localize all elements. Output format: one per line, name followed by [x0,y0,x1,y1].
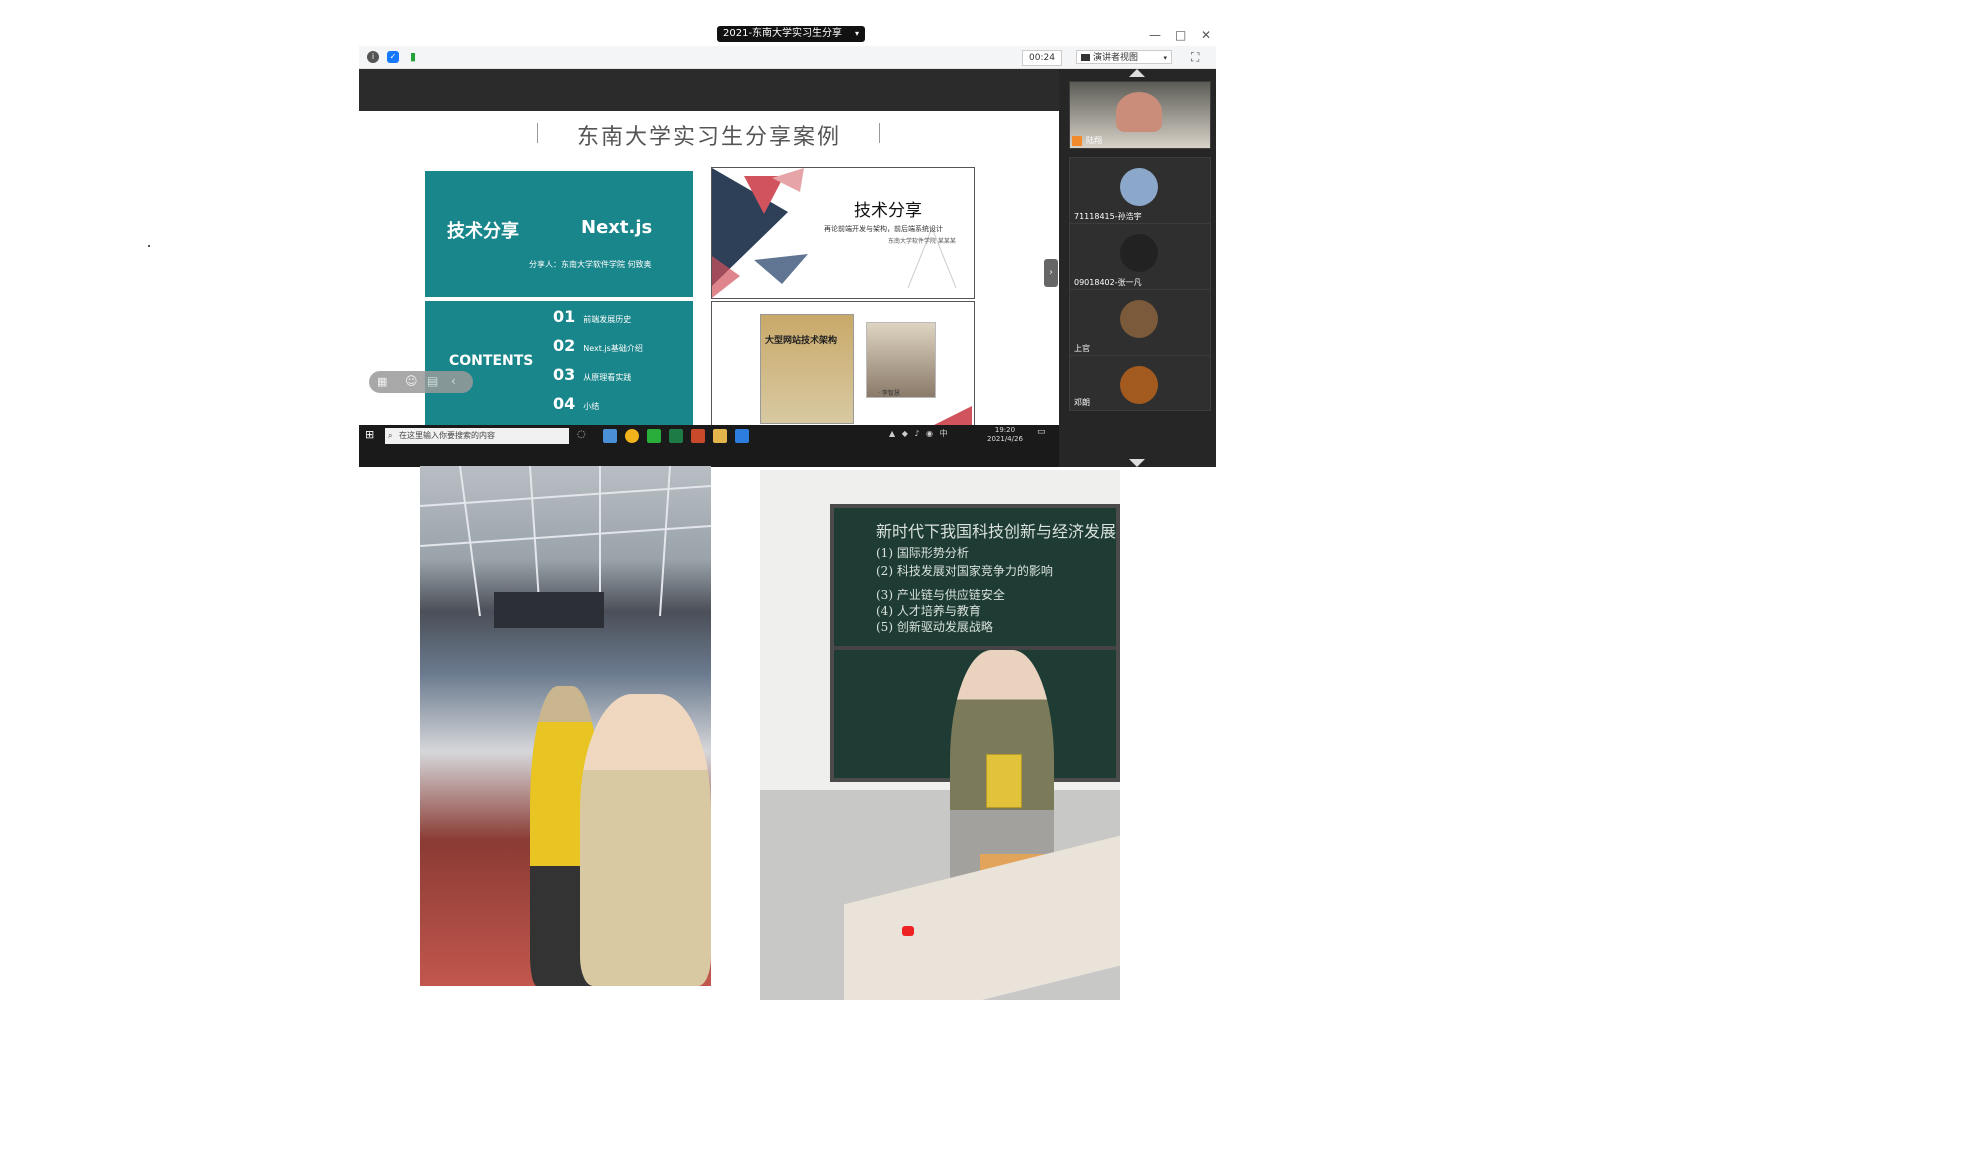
participant-tile[interactable]: 上官 [1069,289,1211,357]
contents-label: CONTENTS [449,353,534,369]
contents-item: 03 从原理看实践 [553,365,632,384]
meeting-window: 2021-东南大学实习生分享 ▾ — □ ✕ i ✓ ▮ 00:24 演讲者视图… [359,26,1216,467]
participant-video [1116,92,1162,132]
participant-name: 陆翔 [1086,136,1102,145]
minimize-icon[interactable]: — [1149,28,1161,42]
thumbnail-book: 大型网站技术架构 · 李智慧 [711,301,975,425]
chevron-left-icon[interactable]: ‹ [451,374,456,388]
blackboard-divider [834,646,1116,650]
cover-subtitle: 再论前端开发与架构，前后端系统设计 [824,225,943,233]
meeting-toolbar: i ✓ ▮ 00:24 演讲者视图 ▾ ⛶ [359,46,1216,69]
presentation-slide: 东南大学实习生分享案例 技术分享 Next.js 分享人：东南大学软件学院 何致… [359,111,1059,425]
next-slide-button[interactable]: › [1044,259,1058,287]
view-mode-label: 演讲者视图 [1093,53,1139,63]
meeting-timer: 00:24 [1022,50,1062,66]
taskbar-search[interactable]: ⌕ 在这里输入你要搜索的内容 [385,428,569,444]
cover-author: 东南大学软件学院 某某某 [888,238,956,245]
thumbnail-tech-share: 技术分享 Next.js 分享人：东南大学软件学院 何致奥 [425,171,693,297]
layout-icon [1081,54,1090,61]
chevron-down-icon: ▾ [1163,54,1167,62]
maximize-icon[interactable]: □ [1175,28,1186,42]
participant-name: 09018402-张一凡 [1074,278,1142,287]
participant-name: 邓朗 [1074,398,1090,407]
book-title: 大型网站技术架构 [765,336,838,346]
slide-tools: ▦ ☺ ▤ ‹ [369,371,473,393]
title-bar: 2021-东南大学实习生分享 ▾ — □ ✕ [359,26,1216,46]
powerpoint-icon[interactable] [691,429,705,443]
participant-avatar [1120,366,1158,404]
tray-icons: ▲ ◆ ♪ ◉ 中 [889,429,950,438]
nextjs-label: Next.js [581,217,653,238]
photo-job-fair [420,466,711,986]
blackboard-line: (5) 创新驱动发展战略 [876,620,993,634]
shared-screen: 东南大学实习生分享案例 技术分享 Next.js 分享人：东南大学软件学院 何致… [359,69,1059,467]
contents-item: 02 Next.js基础介绍 [553,336,643,355]
presenter-text: 分享人：东南大学软件学院 何致奥 [529,260,652,269]
grid-icon[interactable]: ▦ [377,375,387,388]
participant-name: 71118415-孙浩宇 [1074,212,1142,221]
participant-avatar [1120,234,1158,272]
participant-column: 陆翔 71118415-孙浩宇 09018402-张一凡 上官 邓朗 [1059,69,1216,467]
contents-item: 04 小结 [553,394,600,413]
folder-icon[interactable] [713,429,727,443]
participant-avatar [1120,300,1158,338]
held-book [986,754,1022,808]
meeting-title-pill[interactable]: 2021-东南大学实习生分享 ▾ [717,26,865,42]
participant-tile[interactable]: 09018402-张一凡 [1069,223,1211,291]
author-name: · 李智慧 [878,390,900,397]
search-icon: ⌕ [388,431,393,440]
info-icon[interactable]: i [367,51,379,63]
blackboard-line: 新时代下我国科技创新与经济发展 [876,522,1117,541]
view-mode-button[interactable]: 演讲者视图 ▾ [1076,50,1172,64]
person-smiling [580,694,711,986]
close-icon[interactable]: ✕ [1201,28,1211,42]
thumbnail-contents: CONTENTS 01 前端发展历史 02 Next.js基础介绍 03 从原理看实践… [425,301,693,425]
tech-share-title: 技术分享 [447,221,519,242]
meeting-title: 2021-东南大学实习生分享 [723,28,843,39]
red-sticker [902,926,914,936]
corner-decoration [934,406,972,425]
meeting-app-icon[interactable] [735,429,749,443]
windows-taskbar: ⊞ ⌕ 在这里输入你要搜索的内容 ◌ ▲ ◆ ♪ ◉ 中 19:20 2021/… [359,425,1059,467]
windows-start-icon[interactable]: ⊞ [365,428,374,441]
taskbar-time: 19:20 [994,426,1016,434]
shared-screen-header [359,69,1059,111]
emoji-icon[interactable]: ☺ [405,374,418,388]
book-cover: 大型网站技术架构 [760,314,854,424]
task-view-icon[interactable]: ◌ [577,429,591,443]
photo-classroom: 新时代下我国科技创新与经济发展 (1) 国际形势分析 (2) 科技发展对国家竞争… [760,470,1120,1000]
author-portrait [866,322,936,398]
taskbar-search-placeholder: 在这里输入你要搜索的内容 [399,431,495,440]
signal-icon[interactable]: ▮ [407,51,419,63]
scroll-up-icon[interactable] [1129,69,1145,77]
participant-tile[interactable]: 71118415-孙浩宇 [1069,157,1211,225]
keyboard-icon[interactable]: ▤ [427,374,438,388]
notification-icon[interactable]: ▭ [1037,427,1046,437]
thumbnail-cover: 技术分享 再论前端开发与架构，前后端系统设计 东南大学软件学院 某某某 [711,167,975,299]
participant-tile[interactable]: 邓朗 [1069,355,1211,411]
participant-name: 上官 [1074,344,1090,353]
blackboard-line: (3) 产业链与供应链安全 [876,588,1005,602]
blackboard-line: (2) 科技发展对国家竞争力的影响 [876,564,1053,578]
wechat-icon[interactable] [647,429,661,443]
app-icon-1[interactable] [603,429,617,443]
taskbar-date: 2021/4/26 [987,435,1023,443]
participant-tile[interactable]: 陆翔 [1069,81,1211,149]
excel-icon[interactable] [669,429,683,443]
shield-icon[interactable]: ✓ [387,51,399,63]
slide-title: 东南大学实习生分享案例 [576,125,841,150]
chrome-icon[interactable] [625,429,639,443]
blackboard-line: (4) 人才培养与教育 [876,604,981,618]
contents-item: 01 前端发展历史 [553,307,632,326]
cover-title: 技术分享 [854,201,922,221]
host-icon [1072,136,1082,146]
fullscreen-icon[interactable]: ⛶ [1191,50,1199,65]
blackboard-line: (1) 国际形势分析 [876,546,969,560]
stray-dot [148,245,150,247]
title-divider-right [879,123,880,143]
chevron-down-icon: ▾ [854,29,859,38]
scroll-down-icon[interactable] [1129,459,1145,467]
taskbar-clock: 19:20 2021/4/26 [987,426,1023,444]
participant-avatar [1120,168,1158,206]
